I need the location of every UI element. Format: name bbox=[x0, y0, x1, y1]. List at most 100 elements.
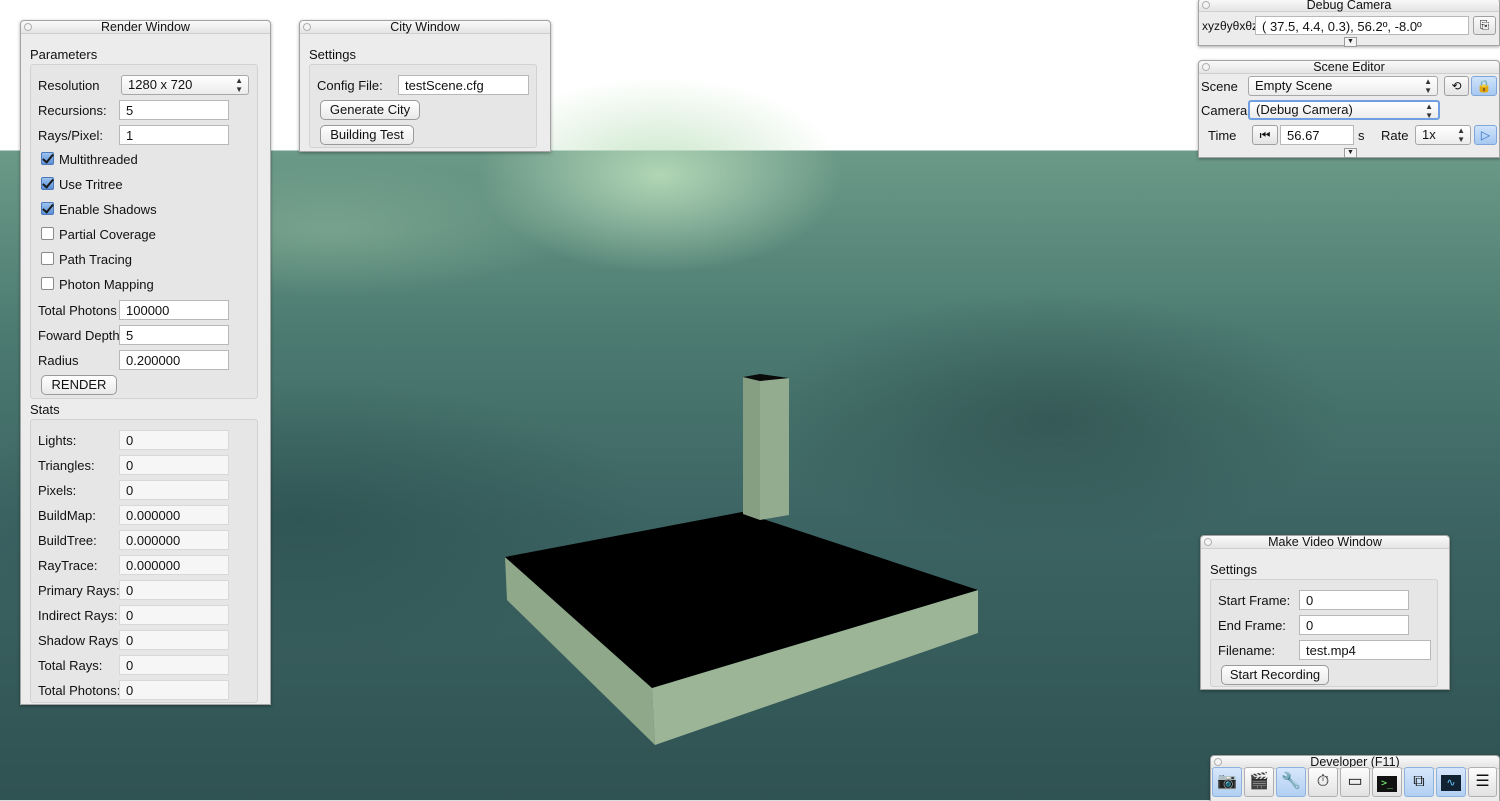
city-settings-group: Config File: testScene.cfg Generate City… bbox=[309, 64, 537, 148]
stat-label: RayTrace: bbox=[38, 558, 98, 573]
video-settings-group: Start Frame: 0 End Frame: 0 Filename: te… bbox=[1210, 579, 1438, 687]
stat-value: 0.000000 bbox=[119, 505, 229, 525]
time-input[interactable]: 56.67 bbox=[1280, 125, 1354, 145]
tower-front-face bbox=[760, 378, 789, 520]
city-window: City Window Settings Config File: testSc… bbox=[299, 20, 551, 152]
close-icon[interactable] bbox=[1214, 758, 1222, 766]
building-test-button[interactable]: Building Test bbox=[320, 125, 414, 145]
expand-icon[interactable]: ▼ bbox=[1344, 148, 1357, 158]
stats-group: Lights: 0 Triangles: 0 Pixels: 0 BuildMa… bbox=[30, 419, 258, 703]
rate-label: Rate bbox=[1381, 128, 1409, 143]
new-window-icon[interactable]: ▭ bbox=[1340, 767, 1370, 797]
stopwatch-icon[interactable]: ⏱ bbox=[1308, 767, 1338, 797]
checkbox-label: Enable Shadows bbox=[59, 202, 157, 217]
make-video-window: Make Video Window Settings Start Frame: … bbox=[1200, 535, 1450, 690]
end-frame-label: End Frame: bbox=[1218, 618, 1286, 633]
camera-position-input[interactable]: ( 37.5, 4.4, 0.3), 56.2º, -8.0º bbox=[1255, 16, 1469, 35]
scene-editor-titlebar[interactable]: Scene Editor bbox=[1199, 61, 1499, 74]
checkbox[interactable] bbox=[41, 227, 54, 240]
checkbox-enable-shadows[interactable]: Enable Shadows bbox=[41, 202, 241, 218]
checkbox-partial-coverage[interactable]: Partial Coverage bbox=[41, 227, 241, 243]
make-video-titlebar[interactable]: Make Video Window bbox=[1201, 536, 1449, 549]
document-icon[interactable]: ☰ bbox=[1468, 767, 1497, 797]
lock-icon[interactable]: 🔒 bbox=[1471, 76, 1497, 96]
settings-label: Settings bbox=[309, 47, 356, 62]
checkbox-photon-mapping[interactable]: Photon Mapping bbox=[41, 277, 241, 293]
close-icon[interactable] bbox=[1202, 1, 1210, 9]
stat-label: Pixels: bbox=[38, 483, 77, 498]
recursions-input[interactable]: 5 bbox=[119, 100, 229, 120]
debug-camera-titlebar[interactable]: Debug Camera bbox=[1199, 0, 1499, 12]
rewind-icon[interactable]: ⏮ bbox=[1252, 125, 1278, 145]
window-title: City Window bbox=[390, 20, 460, 34]
time-label: Time bbox=[1208, 128, 1237, 143]
checkbox[interactable] bbox=[41, 177, 54, 190]
config-file-label: Config File: bbox=[317, 78, 383, 93]
render-window: Render Window Parameters Resolution 1280… bbox=[20, 20, 271, 705]
total-photons-label: Total Photons bbox=[38, 303, 117, 318]
stat-label: BuildMap: bbox=[38, 508, 96, 523]
checkbox-use-tritree[interactable]: Use Tritree bbox=[41, 177, 241, 193]
camera-icon[interactable]: 📷 bbox=[1212, 767, 1242, 797]
forward-depth-input[interactable]: 5 bbox=[119, 325, 229, 345]
stat-label: Lights: bbox=[38, 433, 77, 448]
generate-city-button[interactable]: Generate City bbox=[320, 100, 420, 120]
clapperboard-icon[interactable]: 🎬 bbox=[1244, 767, 1274, 797]
play-icon[interactable]: ▷ bbox=[1474, 125, 1497, 145]
updown-icon: ▲ ▼ bbox=[1424, 77, 1432, 95]
checkbox-label: Path Tracing bbox=[59, 252, 132, 267]
tools-icon[interactable]: 🔧 bbox=[1276, 767, 1306, 797]
copy-icon[interactable]: ⎘ bbox=[1473, 16, 1496, 35]
checkbox-label: Multithreaded bbox=[59, 152, 138, 167]
radius-input[interactable]: 0.200000 bbox=[119, 350, 229, 370]
window-title: Render Window bbox=[101, 20, 190, 34]
resolution-label: Resolution bbox=[38, 78, 100, 93]
stat-value: 0 bbox=[119, 580, 229, 600]
camera-select[interactable]: (Debug Camera) ▲ ▼ bbox=[1248, 100, 1440, 120]
rate-select[interactable]: 1x ▲ ▼ bbox=[1415, 125, 1471, 145]
stat-label: Triangles: bbox=[38, 458, 95, 473]
debug-camera-window: Debug Camera xyzθyθxθz ( 37.5, 4.4, 0.3)… bbox=[1198, 0, 1500, 47]
reload-icon[interactable]: ⟲ bbox=[1444, 76, 1469, 96]
checkbox[interactable] bbox=[41, 252, 54, 265]
checkbox-label: Use Tritree bbox=[59, 177, 123, 192]
stat-value: 0 bbox=[119, 630, 229, 650]
stat-label: BuildTree: bbox=[38, 533, 97, 548]
start-recording-button[interactable]: Start Recording bbox=[1221, 665, 1329, 685]
tower-left-face bbox=[743, 377, 760, 520]
checkbox-label: Partial Coverage bbox=[59, 227, 156, 242]
render-button[interactable]: RENDER bbox=[41, 375, 117, 395]
filename-input[interactable]: test.mp4 bbox=[1299, 640, 1431, 660]
checkbox[interactable] bbox=[41, 152, 54, 165]
end-frame-input[interactable]: 0 bbox=[1299, 615, 1409, 635]
checkbox-multithreaded[interactable]: Multithreaded bbox=[41, 152, 241, 168]
checkbox[interactable] bbox=[41, 202, 54, 215]
checkbox[interactable] bbox=[41, 277, 54, 290]
total-photons-input[interactable]: 100000 bbox=[119, 300, 229, 320]
forward-depth-label: Foward Depth bbox=[38, 328, 120, 343]
stat-label: Primary Rays: bbox=[38, 583, 120, 598]
rays-per-pixel-input[interactable]: 1 bbox=[119, 125, 229, 145]
resolution-select[interactable]: 1280 x 720 ▲ ▼ bbox=[121, 75, 249, 95]
close-icon[interactable] bbox=[303, 23, 311, 31]
profiler-icon[interactable]: ∿ bbox=[1436, 767, 1466, 797]
city-window-titlebar[interactable]: City Window bbox=[300, 21, 550, 34]
stat-value: 0 bbox=[119, 430, 229, 450]
scene-select[interactable]: Empty Scene ▲ ▼ bbox=[1248, 76, 1438, 96]
camera-value: (Debug Camera) bbox=[1256, 102, 1353, 117]
close-icon[interactable] bbox=[24, 23, 32, 31]
stat-label: Shadow Rays: bbox=[38, 633, 122, 648]
terminal-icon[interactable]: >_ bbox=[1372, 767, 1402, 797]
radius-label: Radius bbox=[38, 353, 79, 368]
expand-icon[interactable]: ▼ bbox=[1344, 37, 1357, 47]
checkbox-path-tracing[interactable]: Path Tracing bbox=[41, 252, 241, 268]
recursions-label: Recursions: bbox=[38, 103, 107, 118]
camera-label: Camera bbox=[1201, 103, 1248, 118]
close-icon[interactable] bbox=[1204, 538, 1212, 546]
config-file-input[interactable]: testScene.cfg bbox=[398, 75, 529, 95]
render-window-titlebar[interactable]: Render Window bbox=[21, 21, 270, 34]
parameters-label: Parameters bbox=[30, 47, 98, 62]
windows-icon[interactable]: ⧉ bbox=[1404, 767, 1434, 797]
close-icon[interactable] bbox=[1202, 63, 1210, 71]
start-frame-input[interactable]: 0 bbox=[1299, 590, 1409, 610]
